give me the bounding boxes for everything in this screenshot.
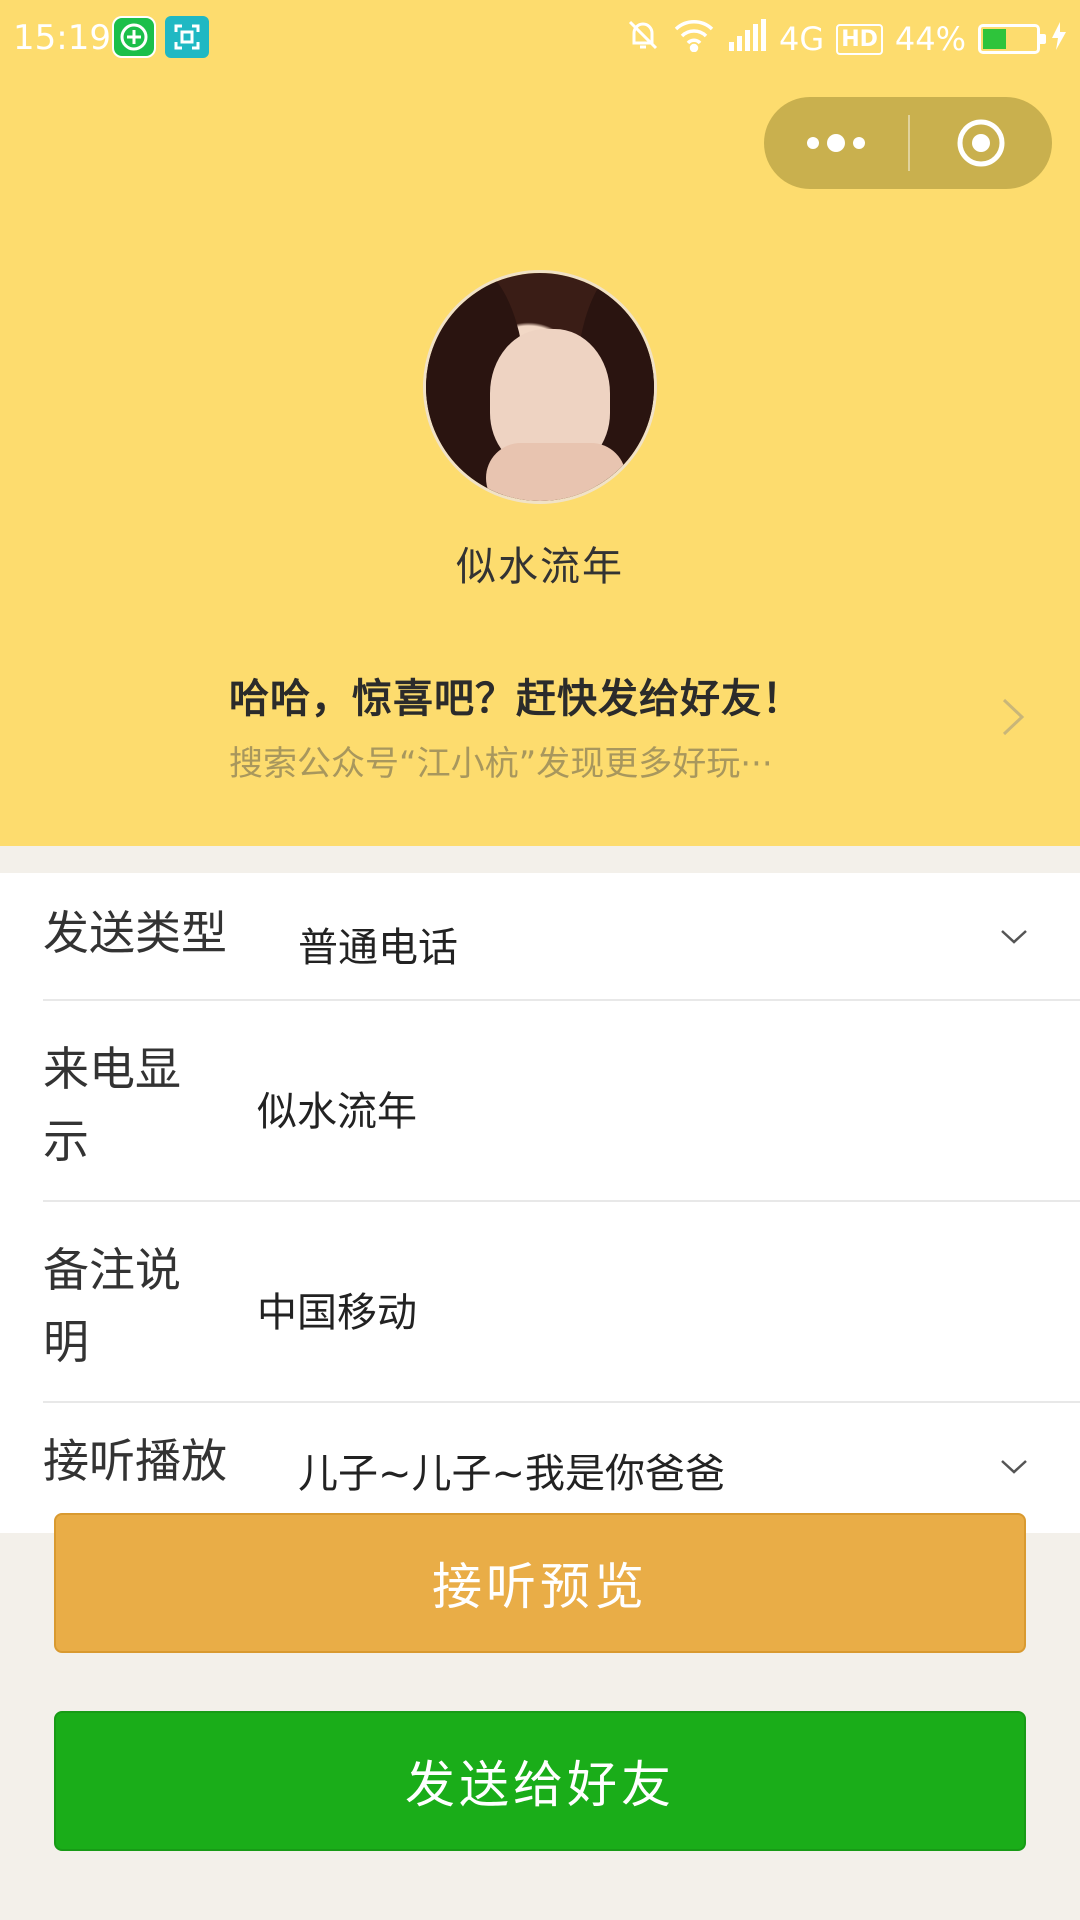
- scan-icon: [165, 16, 209, 58]
- signal-icon: [727, 18, 767, 60]
- promo-banner[interactable]: 哈哈，惊喜吧？赶快发给好友！ 搜索公众号“江小杭”发现更多好玩···: [229, 666, 1029, 785]
- hd-badge: HD: [836, 23, 883, 55]
- network-type: 4G: [779, 20, 825, 58]
- chevron-down-icon[interactable]: [998, 927, 1030, 947]
- battery-percent: 44%: [894, 20, 966, 58]
- battery-level-fill: [983, 29, 1006, 49]
- app-shortcut-icon: [112, 16, 156, 58]
- preview-answer-button[interactable]: 接听预览: [54, 1513, 1026, 1653]
- silent-bell-icon: [625, 17, 661, 61]
- battery-icon: [978, 24, 1046, 54]
- mini-program-capsule: [764, 97, 1052, 189]
- chevron-right-icon[interactable]: [996, 696, 1030, 738]
- caller-display-input[interactable]: 似水流年: [257, 1079, 417, 1137]
- promo-title: 哈哈，惊喜吧？赶快发给好友！: [229, 676, 803, 722]
- send-type-label: 发送类型: [43, 906, 227, 960]
- more-dots-icon[interactable]: [764, 97, 908, 189]
- status-time: 15:19: [13, 18, 111, 58]
- status-indicators: 4G HD 44%: [625, 14, 1066, 64]
- avatar: [426, 273, 654, 501]
- remark-input[interactable]: 中国移动: [257, 1280, 417, 1338]
- send-type-select[interactable]: 普通电话: [298, 915, 458, 973]
- caller-display-label: 来电显示: [43, 1042, 181, 1168]
- chevron-down-icon[interactable]: [998, 1457, 1030, 1477]
- remark-row: 备注说明 中国移动: [43, 1202, 1080, 1403]
- send-to-friend-button[interactable]: 发送给好友: [54, 1711, 1026, 1851]
- send-type-row[interactable]: 发送类型 普通电话: [43, 873, 1080, 1001]
- charging-icon: [1052, 20, 1066, 58]
- target-close-icon[interactable]: [910, 97, 1052, 189]
- header: 15:19 4G HD 44% 似水流年 哈哈，惊喜吧？赶快发给好友！ 搜索公众…: [0, 0, 1080, 846]
- remark-label: 备注说明: [43, 1243, 181, 1369]
- playback-label: 接听播放: [43, 1434, 227, 1488]
- playback-select[interactable]: 儿子~儿子~我是你爸爸: [298, 1441, 725, 1499]
- nickname: 似水流年: [456, 544, 624, 590]
- wifi-icon: [673, 18, 715, 60]
- promo-subtitle: 搜索公众号“江小杭”发现更多好玩···: [229, 744, 773, 784]
- call-settings-form: 发送类型 普通电话 来电显示 似水流年 备注说明 中国移动 接听播放 儿子~儿子…: [0, 873, 1080, 1533]
- caller-display-row: 来电显示 似水流年: [43, 1001, 1080, 1202]
- status-bar: 15:19 4G HD 44%: [0, 0, 1080, 80]
